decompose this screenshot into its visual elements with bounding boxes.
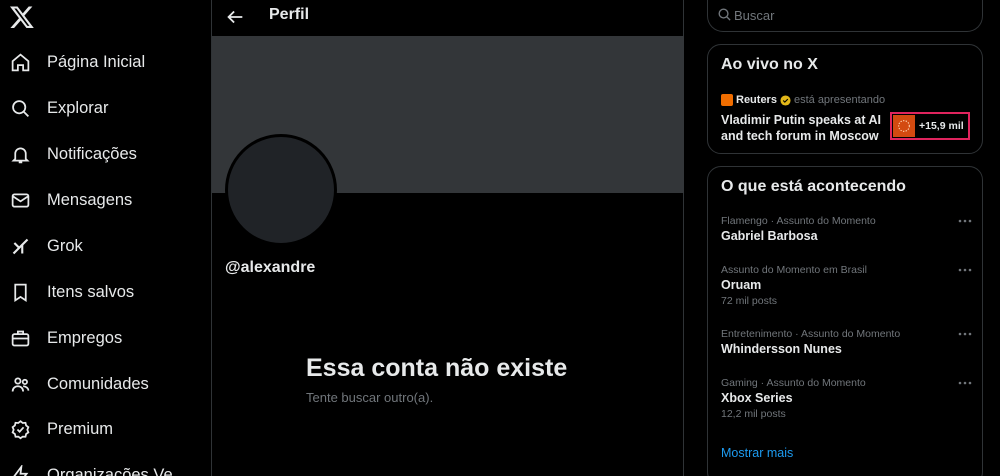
- profile-handle: @alexandre: [225, 259, 316, 276]
- search-icon: [718, 8, 731, 21]
- nav-item-label: Mensagens: [47, 190, 133, 209]
- empty-state-title: Essa conta não existe: [306, 354, 568, 382]
- profile-column: Perfil @alexandre Essa conta não existe …: [211, 0, 684, 476]
- people-icon: [11, 377, 30, 392]
- trend-name: Whindersson Nunes: [721, 342, 842, 356]
- avatar: [225, 134, 337, 246]
- trend-item[interactable]: Flamengo · Assunto do Momento Gabriel Ba…: [708, 215, 982, 265]
- nav-item-label: Empregos: [47, 328, 123, 347]
- empty-state-subtitle: Tente buscar outro(a).: [306, 390, 434, 405]
- live-card-title: Ao vivo no X: [721, 56, 818, 73]
- live-listeners-button[interactable]: +15,9 mil: [890, 112, 970, 140]
- live-headline[interactable]: Vladimir Putin speaks at AI and tech for…: [721, 112, 886, 144]
- x-logo-icon[interactable]: [9, 4, 35, 30]
- nav-item-label: Comunidades: [47, 374, 149, 393]
- page-title: Perfil: [269, 6, 310, 23]
- trend-context: Entretenimento · Assunto do Momento: [721, 328, 901, 340]
- back-arrow-icon[interactable]: [224, 6, 246, 28]
- lightning-icon: [12, 464, 29, 476]
- more-options-icon[interactable]: [957, 215, 973, 227]
- show-more-link[interactable]: Mostrar mais: [721, 446, 793, 460]
- more-options-icon[interactable]: [957, 377, 973, 389]
- nav-item-label: Explorar: [47, 98, 109, 117]
- nav-item-label: Premium: [47, 419, 114, 438]
- reuters-logo-icon: [721, 94, 733, 106]
- grok-icon: [12, 238, 29, 254]
- host-avatar-icon: [893, 115, 915, 137]
- source-name: Reuters: [736, 94, 777, 106]
- verified-badge-icon: [780, 94, 791, 106]
- search-input[interactable]: [734, 5, 974, 25]
- source-status: está apresentando: [793, 94, 886, 106]
- premium-icon: [11, 419, 30, 439]
- live-source[interactable]: Reuters está apresentando: [721, 94, 885, 106]
- bookmark-icon: [14, 283, 27, 302]
- search-icon: [12, 99, 29, 117]
- search-box: [707, 0, 983, 32]
- trends-card-title: O que está acontecendo: [721, 178, 906, 195]
- nav-item-label: Notificações: [47, 144, 137, 163]
- nav-item-label: Organizações Ve: [47, 465, 173, 476]
- trends-card: O que está acontecendo Flamengo · Assunt…: [707, 166, 983, 476]
- trend-name: Gabriel Barbosa: [721, 229, 818, 243]
- listener-count: +15,9 mil: [919, 120, 964, 132]
- bell-icon: [11, 147, 30, 163]
- trend-name: Xbox Series: [721, 391, 793, 405]
- trend-context: Assunto do Momento em Brasil: [721, 264, 867, 276]
- trend-name: Oruam: [721, 278, 762, 292]
- envelope-icon: [11, 193, 30, 207]
- left-nav: Página Inicial Explorar Notificações Men…: [0, 0, 211, 476]
- more-options-icon[interactable]: [957, 328, 973, 340]
- trend-context: Gaming · Assunto do Momento: [721, 377, 866, 389]
- nav-item-label: Grok: [47, 236, 83, 255]
- nav-item-label: Itens salvos: [47, 282, 135, 301]
- trend-item[interactable]: Entretenimento · Assunto do Momento Whin…: [708, 328, 982, 378]
- briefcase-icon: [11, 330, 30, 346]
- trend-item[interactable]: Gaming · Assunto do Momento Xbox Series …: [708, 377, 982, 427]
- trend-item[interactable]: Assunto do Momento em Brasil Oruam 72 mi…: [708, 264, 982, 314]
- live-card: Ao vivo no X Reuters está apresentando V…: [707, 44, 983, 154]
- trend-post-count: 12,2 mil posts: [721, 408, 786, 420]
- home-icon: [11, 52, 30, 71]
- profile-header: Perfil: [212, 0, 684, 36]
- nav-item-label: Página Inicial: [47, 52, 146, 71]
- trend-context: Flamengo · Assunto do Momento: [721, 215, 876, 227]
- trend-post-count: 72 mil posts: [721, 295, 778, 307]
- more-options-icon[interactable]: [957, 264, 973, 276]
